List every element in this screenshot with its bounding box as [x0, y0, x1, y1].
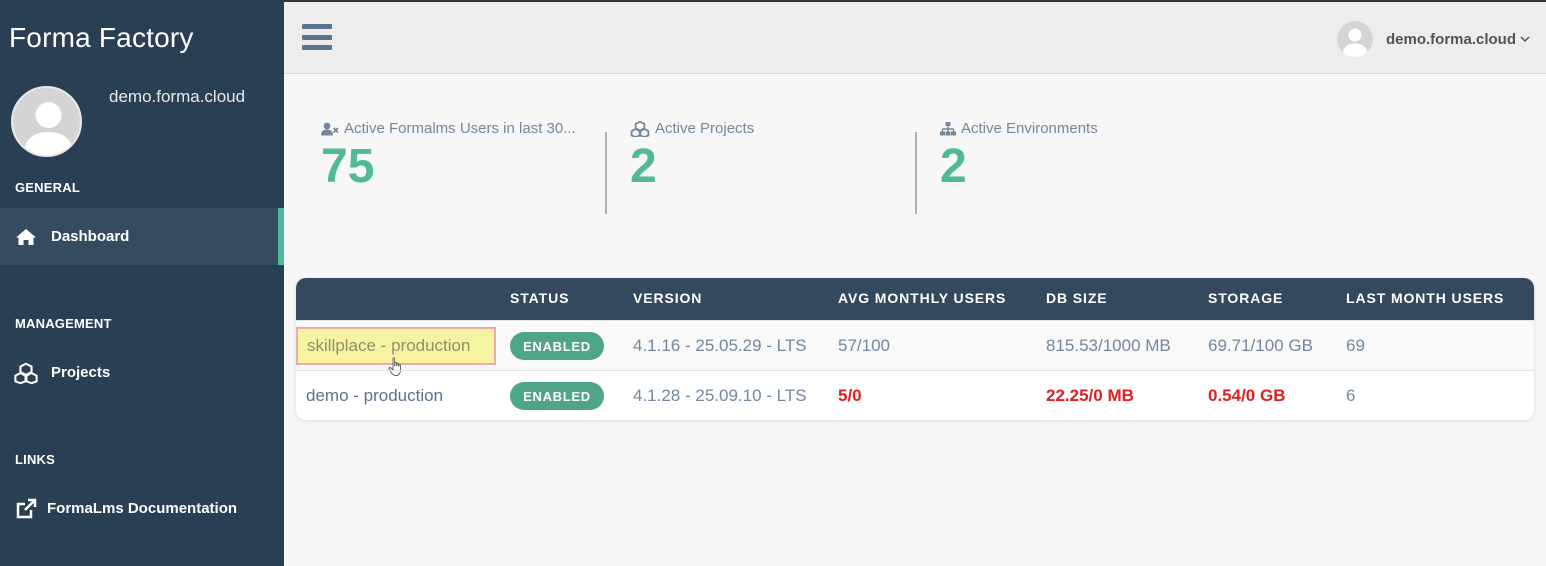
- table-row[interactable]: skillplace - production ENABLED 4.1.16 -…: [296, 320, 1534, 376]
- stat-value: 2: [630, 140, 657, 193]
- section-title-general: GENERAL: [15, 180, 80, 195]
- tile-divider: [605, 132, 607, 214]
- status-badge: ENABLED: [510, 332, 604, 360]
- table-header: STATUS VERSION AVG MONTHLY USERS DB SIZE…: [296, 278, 1534, 320]
- cubes-icon: [630, 120, 650, 137]
- stats-tiles: Active Formalms Users in last 30... 75 A…: [284, 120, 1546, 220]
- sidebar-item-dashboard[interactable]: Dashboard: [0, 208, 284, 265]
- chevron-down-icon: [1520, 30, 1530, 48]
- section-title-management: MANAGEMENT: [15, 316, 112, 331]
- column-header-version: VERSION: [633, 290, 703, 306]
- db-size-cell: 22.25/0 MB: [1046, 386, 1134, 405]
- status-badge: ENABLED: [510, 382, 604, 410]
- sidebar-item-label: FormaLms Documentation: [47, 500, 238, 517]
- user-times-icon: [321, 122, 339, 136]
- stat-label: Active Environments: [961, 120, 1098, 137]
- column-header-status: STATUS: [510, 290, 570, 306]
- top-navbar: demo.forma.cloud: [284, 0, 1546, 74]
- storage-cell: 0.54/0 GB: [1208, 386, 1286, 405]
- sidebar-item-projects[interactable]: Projects: [0, 344, 284, 401]
- environments-table: STATUS VERSION AVG MONTHLY USERS DB SIZE…: [296, 278, 1534, 420]
- home-icon: [14, 228, 38, 246]
- stat-active-projects: Active Projects 2: [630, 120, 754, 215]
- environment-name[interactable]: skillplace - production: [307, 336, 470, 356]
- stat-active-users: Active Formalms Users in last 30... 75: [321, 120, 576, 215]
- stat-value: 2: [940, 140, 967, 193]
- column-header-last-month-users: LAST MONTH USERS: [1346, 290, 1505, 306]
- avg-monthly-users-cell: 57/100: [838, 336, 890, 355]
- sidebar: Forma Factory demo.forma.cloud GENERAL D…: [0, 0, 284, 566]
- menu-toggle-icon[interactable]: [302, 24, 332, 50]
- sidebar-item-label: Projects: [51, 364, 111, 381]
- last-month-users-cell: 69: [1346, 336, 1365, 355]
- profile-name: demo.forma.cloud: [109, 87, 246, 106]
- profile-avatar: [11, 86, 82, 157]
- column-header-db-size: DB SIZE: [1046, 290, 1108, 306]
- db-size-cell: 815.53/1000 MB: [1046, 336, 1171, 355]
- version-cell: 4.1.16 - 25.05.29 - LTS: [633, 336, 807, 355]
- app-root: Forma Factory demo.forma.cloud GENERAL D…: [0, 0, 1546, 566]
- stat-value: 75: [321, 140, 375, 193]
- environment-name[interactable]: demo - production: [306, 386, 443, 406]
- tile-divider: [915, 132, 917, 214]
- column-header-avg-monthly-users: AVG MONTHLY USERS: [838, 290, 1007, 306]
- cubes-icon: [14, 362, 38, 384]
- external-link-icon: [14, 498, 38, 520]
- app-title[interactable]: Forma Factory: [9, 22, 194, 54]
- version-cell: 4.1.28 - 25.09.10 - LTS: [633, 386, 807, 405]
- last-month-users-cell: 6: [1346, 386, 1356, 405]
- sitemap-icon: [940, 121, 956, 136]
- column-header-storage: STORAGE: [1208, 290, 1284, 306]
- storage-cell: 69.71/100 GB: [1208, 336, 1313, 355]
- stat-label: Active Formalms Users in last 30...: [344, 120, 576, 137]
- stat-active-environments: Active Environments 2: [940, 120, 1098, 215]
- sidebar-item-label: Dashboard: [51, 228, 130, 245]
- section-title-links: LINKS: [15, 452, 55, 467]
- sidebar-item-formalms-documentation[interactable]: FormaLms Documentation: [0, 480, 284, 537]
- avg-monthly-users-cell: 5/0: [838, 386, 862, 405]
- user-silhouette-icon: [1336, 21, 1373, 57]
- avatar: [1336, 21, 1373, 57]
- stat-label: Active Projects: [655, 120, 755, 137]
- user-silhouette-icon: [13, 88, 80, 155]
- environment-name-link[interactable]: skillplace - production: [296, 327, 496, 376]
- table-row[interactable]: demo - production ENABLED 4.1.28 - 25.09…: [296, 370, 1534, 420]
- user-name: demo.forma.cloud: [1385, 30, 1516, 48]
- user-menu-dropdown[interactable]: demo.forma.cloud: [1336, 21, 1530, 57]
